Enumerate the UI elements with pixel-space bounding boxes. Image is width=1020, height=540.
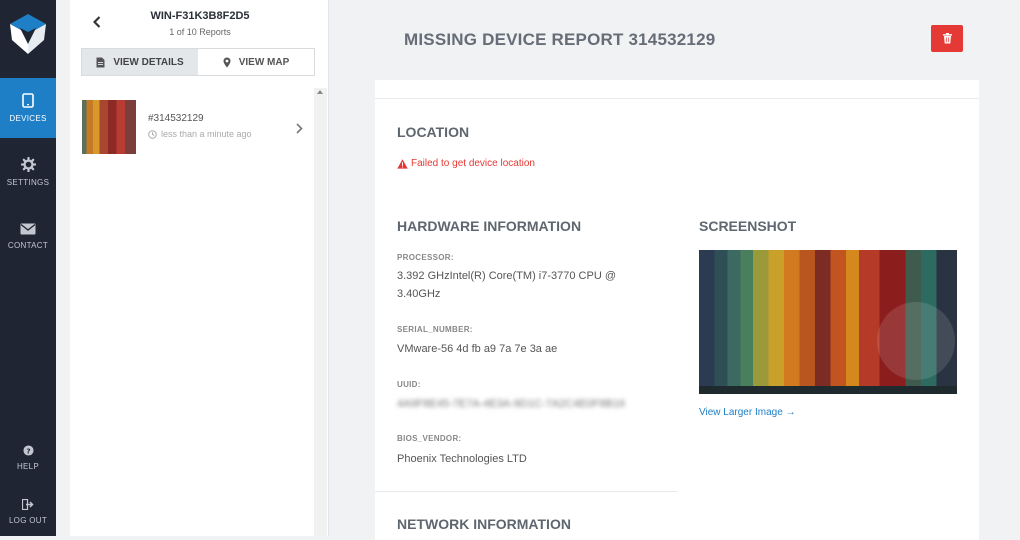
report-list-panel: WIN-F31K3B8F2D5 1 of 10 Reports VIEW DET… (70, 0, 329, 536)
watermark-icon (877, 302, 955, 380)
serial-number-label: SERIAL_NUMBER: (397, 325, 473, 334)
nav-logout[interactable]: LOG OUT (0, 488, 56, 536)
nav-contact-label: CONTACT (7, 240, 49, 250)
nav-rail: DEVICES SETTINGS CONTACT ? HELP LOG OUT (0, 0, 56, 536)
location-error-text: Failed to get device location (411, 158, 535, 169)
report-thumbnail (82, 100, 136, 154)
processor-label: PROCESSOR: (397, 253, 454, 262)
report-time: less than a minute ago (148, 129, 252, 139)
chevron-right-icon (296, 121, 303, 139)
bios-vendor-value: Phoenix Technologies LTD (397, 453, 527, 465)
processor-value: 3.392 GHzIntel(R) Core(TM) i7-3770 CPU @… (397, 270, 617, 300)
tab-view-map-label: VIEW MAP (238, 56, 290, 68)
brand-logo-icon[interactable] (6, 10, 50, 58)
scroll-up-arrow-icon[interactable] (317, 90, 323, 94)
view-larger-image-link[interactable]: View Larger Image → (699, 407, 796, 418)
nav-logout-label: LOG OUT (8, 516, 48, 525)
envelope-icon (20, 223, 36, 234)
tab-view-details-label: VIEW DETAILS (113, 56, 184, 68)
device-name: WIN-F31K3B8F2D5 (150, 10, 250, 22)
tab-view-details[interactable]: VIEW DETAILS (82, 49, 198, 75)
network-heading: NETWORK INFORMATION (397, 516, 571, 532)
card-divider (375, 98, 979, 99)
page-title: MISSING DEVICE REPORT 314532129 (404, 30, 716, 49)
clock-icon (148, 129, 157, 139)
warning-triangle-icon (397, 158, 408, 169)
nav-contact[interactable]: CONTACT (0, 206, 56, 266)
location-heading: LOCATION (397, 124, 470, 140)
nav-settings[interactable]: SETTINGS (0, 142, 56, 202)
document-icon (96, 57, 105, 67)
nav-devices-label: DEVICES (9, 114, 47, 123)
screenshot-taskbar (699, 386, 957, 394)
delete-report-button[interactable] (931, 25, 963, 52)
question-circle-icon: ? (22, 445, 34, 456)
device-screenshot[interactable] (699, 250, 957, 394)
screenshot-heading: SCREENSHOT (699, 218, 797, 234)
hardware-heading: HARDWARE INFORMATION (397, 218, 582, 234)
svg-text:?: ? (26, 446, 30, 455)
nav-settings-label: SETTINGS (6, 178, 50, 187)
chevron-left-icon (93, 16, 101, 28)
tab-view-map[interactable]: VIEW MAP (198, 49, 314, 75)
logout-icon (22, 499, 34, 510)
tablet-icon (22, 93, 34, 108)
report-id: #314532129 (148, 113, 204, 124)
report-time-text: less than a minute ago (161, 129, 252, 139)
section-divider (375, 491, 677, 492)
report-details-card: LOCATION Failed to get device location H… (375, 80, 979, 540)
bios-vendor-label: BIOS_VENDOR: (397, 434, 462, 443)
trash-icon (942, 33, 952, 44)
list-item[interactable]: #314532129 less than a minute ago (70, 88, 314, 168)
uuid-value: 4A9F8E45-7E7A-4E3A-9D1C-7A2C4E0F8B16 (397, 398, 626, 410)
nav-help-label: HELP (16, 462, 40, 471)
serial-number-value: VMware-56 4d fb a9 7a 7e 3a ae (397, 343, 558, 355)
location-error: Failed to get device location (397, 158, 535, 169)
report-list: #314532129 less than a minute ago (70, 88, 314, 536)
list-scrollbar[interactable] (314, 88, 327, 536)
back-button[interactable] (88, 12, 106, 32)
uuid-label: UUID: (397, 380, 421, 389)
nav-devices[interactable]: DEVICES (0, 78, 56, 138)
gear-icon (20, 157, 36, 172)
map-pin-icon (223, 57, 231, 67)
report-count: 1 of 10 Reports (169, 27, 231, 37)
view-tabs: VIEW DETAILS VIEW MAP (81, 48, 315, 76)
nav-help[interactable]: ? HELP (0, 428, 56, 488)
